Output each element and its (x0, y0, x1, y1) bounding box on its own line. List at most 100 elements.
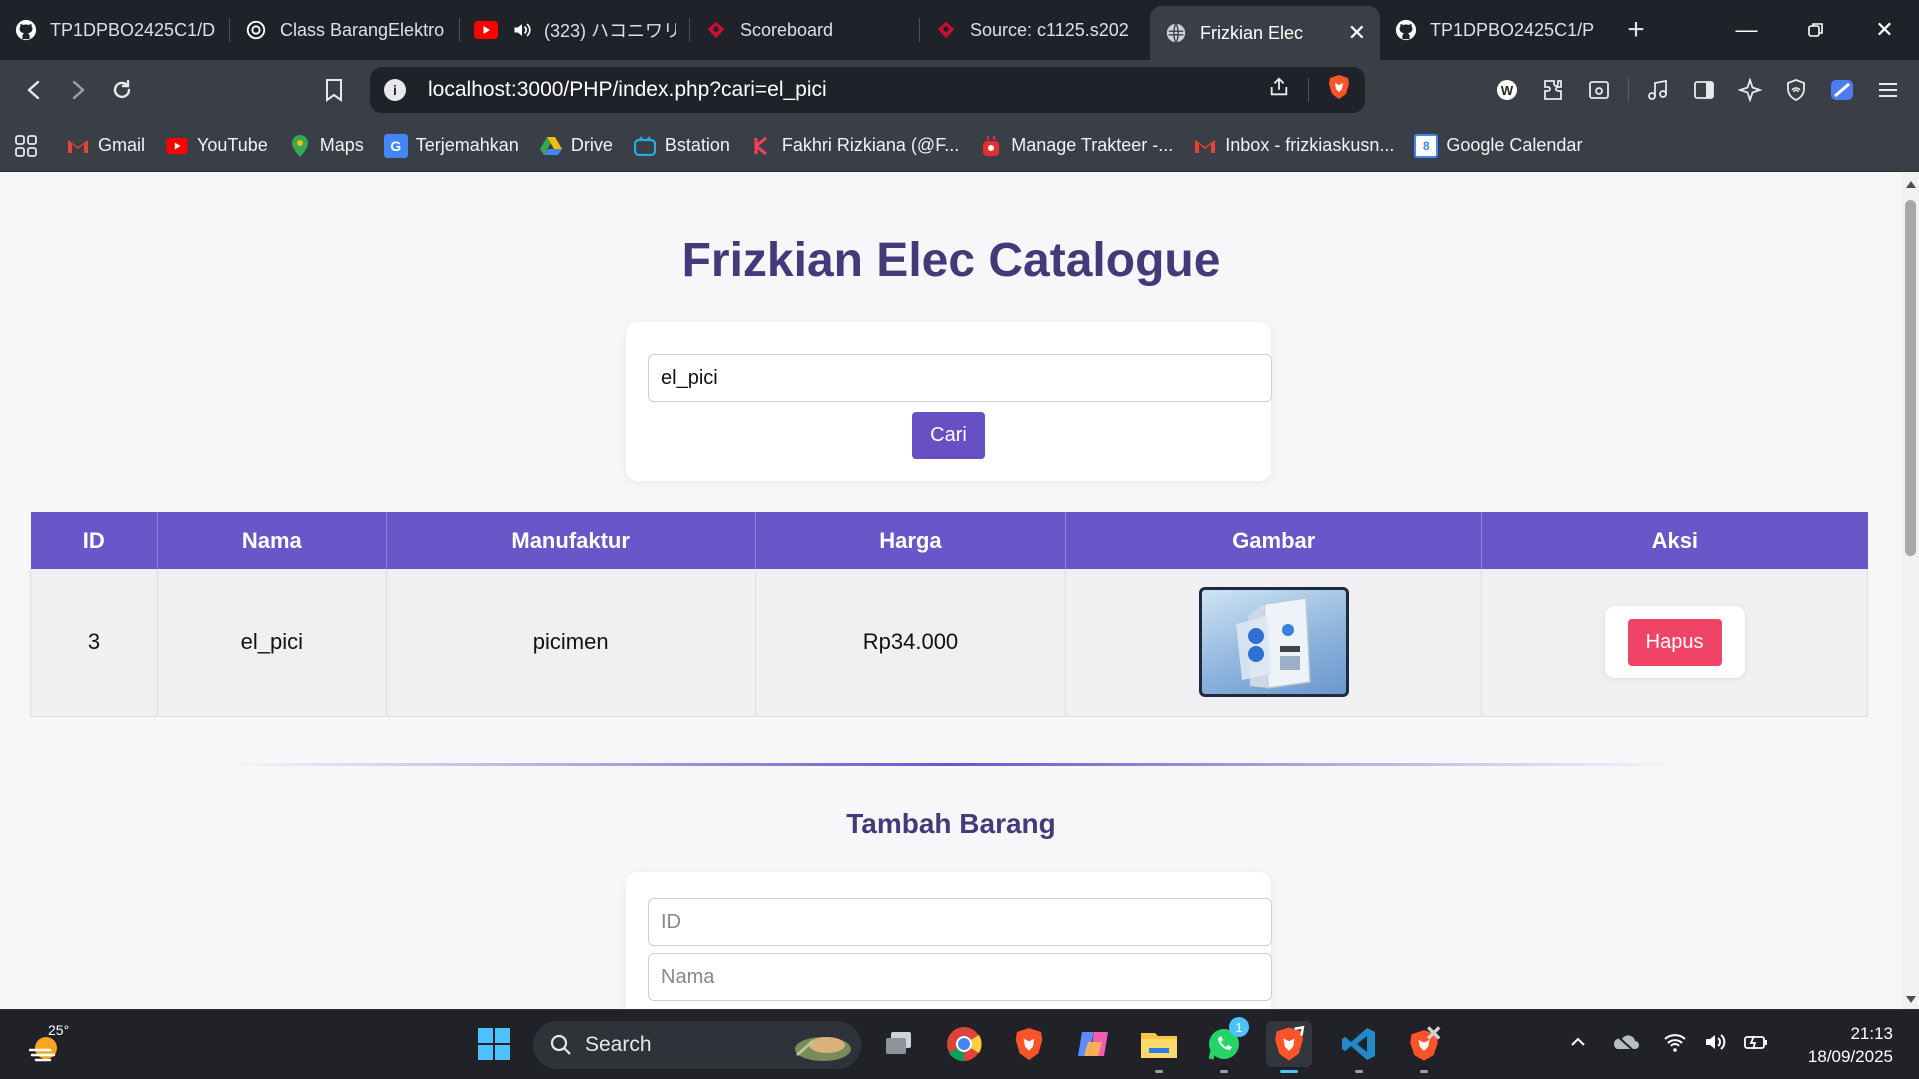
bookmark-label: Terjemahkan (415, 135, 519, 155)
tab-7[interactable]: TP1DPBO2425C1/P (1380, 0, 1610, 60)
page-viewport: Frizkian Elec Catalogue Cari ID Nama Man… (0, 173, 1902, 1009)
tab-2[interactable]: Class BarangElektro (230, 0, 460, 60)
search-button[interactable]: Cari (912, 412, 985, 459)
calendar-icon: 8 (1414, 133, 1439, 158)
clock[interactable]: 21:13 18/09/2025 (1808, 1022, 1893, 1068)
brave-active-icon[interactable] (1266, 1021, 1312, 1073)
clock-date: 18/09/2025 (1807, 1047, 1893, 1066)
bookmark-icon[interactable] (312, 68, 356, 112)
media-music-icon[interactable] (1641, 68, 1675, 112)
tab-3[interactable]: (323) ハコニワリリ (460, 0, 690, 60)
wifi-icon[interactable] (1663, 1030, 1687, 1059)
forward-button[interactable] (56, 68, 100, 112)
ctf-icon (934, 18, 958, 42)
vscode-icon[interactable] (1336, 1021, 1382, 1073)
nama-input[interactable] (648, 953, 1272, 1001)
bookmark-inbox[interactable]: Inbox - frizkiaskusn... (1193, 134, 1394, 158)
taskbar-search[interactable]: Search (533, 1021, 861, 1069)
copilot-icon[interactable] (1071, 1021, 1117, 1067)
brave-beta-icon[interactable] (1401, 1021, 1447, 1073)
delete-button[interactable]: Hapus (1627, 618, 1722, 666)
id-input[interactable] (648, 898, 1272, 946)
bookmark-drive[interactable]: Drive (539, 134, 613, 158)
url-text[interactable]: localhost:3000/PHP/index.php?cari=el_pic… (428, 78, 827, 102)
wallet-extension-icon[interactable]: W (1490, 68, 1524, 112)
reload-button[interactable] (100, 68, 144, 112)
table-header-row: ID Nama Manufaktur Harga Gambar Aksi (30, 512, 1868, 569)
clock-time: 21:13 (1850, 1024, 1893, 1043)
browser-toolbar: i localhost:3000/PHP/index.php?cari=el_p… (0, 60, 1919, 120)
cell-gambar (1065, 569, 1483, 717)
file-explorer-icon[interactable] (1136, 1021, 1182, 1073)
rewards-icon[interactable] (1825, 68, 1859, 112)
gmail-icon (66, 134, 90, 158)
share-icon[interactable] (1268, 76, 1290, 104)
close-tab-icon[interactable]: ✕ (1348, 20, 1366, 46)
product-image (1198, 587, 1349, 698)
brave-shields-icon[interactable] (1327, 74, 1351, 106)
restore-button[interactable] (1781, 0, 1850, 60)
onedrive-icon[interactable] (1611, 1030, 1639, 1059)
bookmark-calendar[interactable]: 8 Google Calendar (1414, 133, 1582, 158)
product-table: ID Nama Manufaktur Harga Gambar Aksi 3 e… (30, 512, 1868, 717)
new-tab-button[interactable]: + (1610, 0, 1662, 60)
chatgpt-icon (244, 18, 268, 42)
chrome-icon[interactable] (941, 1021, 987, 1067)
tab-1[interactable]: TP1DPBO2425C1/D (0, 0, 230, 60)
whatsapp-icon[interactable]: 1 (1201, 1017, 1249, 1073)
menu-icon[interactable] (1871, 68, 1905, 112)
scroll-up-arrow[interactable] (1906, 181, 1916, 188)
bookmark-youtube[interactable]: YouTube (165, 134, 268, 158)
running-indicator (1420, 1070, 1428, 1073)
whatsapp-badge: 1 (1229, 1017, 1249, 1037)
back-button[interactable] (12, 68, 56, 112)
bookmark-maps[interactable]: Maps (288, 134, 364, 158)
bookmark-label: YouTube (197, 135, 268, 155)
scroll-down-arrow[interactable] (1906, 996, 1916, 1003)
search-highlight-icon (783, 1025, 853, 1071)
bookmark-label: Maps (319, 135, 364, 155)
cell-aksi: Hapus (1481, 569, 1868, 717)
tab-4[interactable]: Scoreboard (690, 0, 920, 60)
close-window-button[interactable]: ✕ (1850, 0, 1919, 60)
toolbar-actions: W (1490, 68, 1905, 112)
youtube-icon (165, 134, 189, 158)
extensions-icon[interactable] (1536, 68, 1570, 112)
tab-label: Frizkian Elec (1200, 22, 1304, 43)
bookmark-trakteer[interactable]: Manage Trakteer -... (979, 134, 1173, 158)
battery-icon[interactable] (1743, 1030, 1769, 1059)
header-gambar: Gambar (1065, 512, 1483, 569)
sidebar-icon[interactable] (1687, 68, 1721, 112)
tray-overflow-icon[interactable] (1569, 1030, 1587, 1059)
tab-strip: TP1DPBO2425C1/D Class BarangElektro (323… (0, 0, 1919, 60)
bookmark-terjemahkan[interactable]: G Terjemahkan (383, 133, 519, 158)
volume-icon[interactable] (1703, 1030, 1727, 1059)
bookmark-label: Gmail (98, 135, 146, 155)
leo-ai-icon[interactable] (1733, 68, 1767, 112)
bookmark-bstation[interactable]: Bstation (633, 134, 730, 158)
screenshot-search-icon[interactable] (1582, 68, 1616, 112)
header-aksi: Aksi (1481, 512, 1868, 569)
brave-icon[interactable] (1006, 1021, 1052, 1067)
minimize-button[interactable]: — (1712, 0, 1781, 60)
search-icon (549, 1033, 573, 1057)
tab-5[interactable]: Source: c1125.s202 (920, 0, 1150, 60)
speaker-icon[interactable] (510, 18, 534, 42)
drive-icon (539, 134, 563, 158)
bookmarks-bar: Gmail YouTube Maps G Terjemahkan Drive B… (0, 120, 1919, 172)
bookmark-kofi[interactable]: Fakhri Rizkiana (@F... (750, 134, 959, 158)
tab-active[interactable]: Frizkian Elec ✕ (1150, 6, 1380, 60)
windows-start-icon[interactable] (471, 1021, 517, 1067)
apps-grid-icon[interactable] (14, 134, 38, 158)
address-bar[interactable]: i localhost:3000/PHP/index.php?cari=el_p… (370, 67, 1365, 113)
scroll-thumb[interactable] (1905, 200, 1916, 556)
tab-label: Scoreboard (740, 19, 834, 40)
vpn-shield-icon[interactable] (1779, 68, 1813, 112)
page-scrollbar[interactable] (1902, 173, 1919, 1009)
bookmark-label: Manage Trakteer -... (1011, 135, 1174, 155)
bookmark-gmail[interactable]: Gmail (66, 134, 145, 158)
site-info-icon[interactable]: i (384, 79, 406, 101)
tab-label: Source: c1125.s202 (970, 19, 1129, 40)
task-view-icon[interactable] (876, 1021, 922, 1067)
search-input[interactable] (648, 354, 1272, 402)
